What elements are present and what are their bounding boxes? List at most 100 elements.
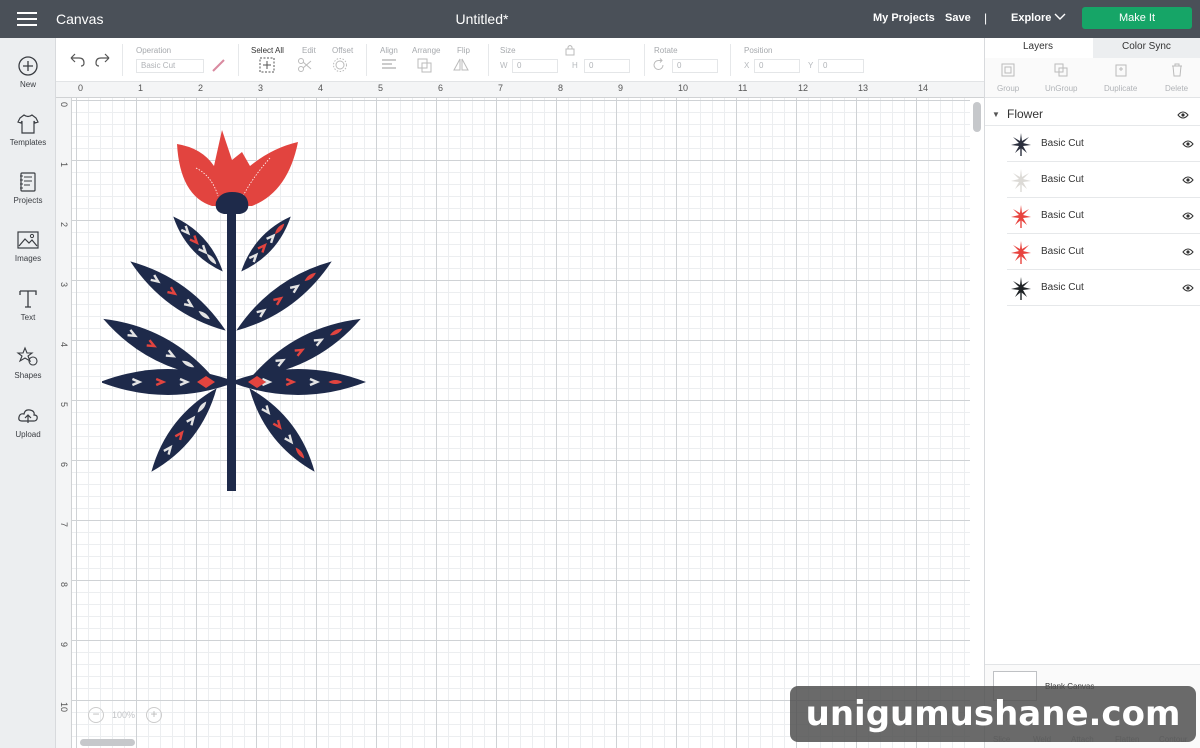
layer-row[interactable]: Basic Cut bbox=[1007, 234, 1200, 270]
zoom-out-button[interactable]: − bbox=[88, 707, 104, 723]
arrange-icon[interactable] bbox=[416, 57, 434, 73]
duplicate-label: Duplicate bbox=[1104, 84, 1138, 93]
width-input[interactable]: 0 bbox=[512, 59, 558, 73]
flower-artwork[interactable] bbox=[102, 126, 382, 496]
redo-icon[interactable] bbox=[94, 52, 112, 68]
align-icon[interactable] bbox=[380, 57, 398, 73]
leaf-shape bbox=[249, 388, 315, 472]
sidebar-item-label: Upload bbox=[15, 430, 41, 439]
group-button[interactable]: Group bbox=[997, 62, 1019, 93]
layer-group-flower[interactable]: ▼ Flower bbox=[985, 104, 1200, 126]
eye-icon[interactable] bbox=[1182, 248, 1194, 256]
edit-toolbar: Operation Basic Cut Select All Edit Offs… bbox=[56, 38, 984, 82]
vertical-scrollbar[interactable] bbox=[973, 102, 981, 132]
layer-row[interactable]: Basic Cut bbox=[1007, 270, 1200, 306]
sidebar-item-upload[interactable]: Upload bbox=[0, 404, 56, 439]
y-label: Y bbox=[808, 61, 814, 70]
ruler-mark: 8 bbox=[558, 83, 564, 93]
scissors-icon[interactable] bbox=[296, 57, 314, 73]
undo-icon[interactable] bbox=[68, 52, 86, 68]
duplicate-button[interactable]: Duplicate bbox=[1104, 62, 1137, 93]
layer-name: Basic Cut bbox=[1041, 246, 1084, 257]
caret-down-icon[interactable]: ▼ bbox=[992, 110, 1000, 119]
tshirt-icon bbox=[17, 114, 39, 134]
design-canvas[interactable] bbox=[72, 98, 970, 748]
leaf-shape bbox=[151, 388, 217, 472]
ruler-mark: 14 bbox=[918, 83, 929, 93]
tab-layers[interactable]: Layers bbox=[1023, 41, 1053, 52]
eye-icon[interactable] bbox=[1182, 176, 1194, 184]
trash-icon bbox=[1171, 63, 1182, 77]
eye-icon[interactable] bbox=[1182, 140, 1194, 148]
delete-label: Delete bbox=[1165, 84, 1189, 93]
horizontal-scrollbar[interactable] bbox=[80, 739, 135, 746]
sidebar-item-label: Templates bbox=[9, 138, 47, 147]
height-input[interactable]: 0 bbox=[584, 59, 630, 73]
layer-thumbnail bbox=[1011, 133, 1031, 156]
plus-circle-icon bbox=[18, 56, 38, 76]
align-label: Align bbox=[380, 46, 398, 55]
zoom-control: − 100% + bbox=[86, 706, 168, 726]
ruler-mark: 6 bbox=[438, 83, 444, 93]
sidebar-item-images[interactable]: Images bbox=[0, 228, 56, 263]
my-projects-link[interactable]: My Projects bbox=[873, 12, 935, 24]
ruler-mark: 0 bbox=[78, 83, 84, 93]
ungroup-button[interactable]: UnGroup bbox=[1045, 62, 1077, 93]
eye-icon[interactable] bbox=[1177, 111, 1189, 119]
leaf bbox=[102, 369, 236, 395]
y-input[interactable]: 0 bbox=[818, 59, 864, 73]
watermark: unigumushane.com bbox=[790, 686, 1196, 742]
ruler-mark: 10 bbox=[678, 83, 689, 93]
rotate-input[interactable]: 0 bbox=[672, 59, 718, 73]
ungroup-icon bbox=[1054, 63, 1068, 77]
panel-tabs: Layers Color Sync bbox=[985, 38, 1200, 58]
ruler-mark: 7 bbox=[59, 522, 69, 528]
sidebar-item-label: Projects bbox=[13, 196, 43, 205]
zoom-in-button[interactable]: + bbox=[146, 707, 162, 723]
select-all-icon[interactable] bbox=[258, 57, 276, 73]
sidebar-item-projects[interactable]: Projects bbox=[0, 170, 56, 205]
sidebar-item-new[interactable]: New bbox=[0, 54, 56, 89]
tab-color-sync[interactable]: Color Sync bbox=[1122, 41, 1171, 52]
x-input[interactable]: 0 bbox=[754, 59, 800, 73]
group-name: Flower bbox=[1007, 107, 1044, 121]
chevron-down-icon[interactable] bbox=[1054, 13, 1066, 24]
layer-row[interactable]: Basic Cut bbox=[1007, 162, 1200, 198]
ruler-mark: 9 bbox=[618, 83, 624, 93]
layer-name: Basic Cut bbox=[1041, 174, 1084, 185]
pen-icon[interactable] bbox=[210, 57, 228, 73]
layer-thumbnail bbox=[1011, 241, 1031, 264]
operation-select[interactable]: Basic Cut bbox=[136, 59, 204, 73]
layer-row[interactable]: Basic Cut bbox=[1007, 126, 1200, 162]
sidebar-item-text[interactable]: Text bbox=[0, 287, 56, 322]
zoom-level: 100% bbox=[112, 710, 136, 720]
sidebar-item-shapes[interactable]: Shapes bbox=[0, 345, 56, 380]
sidebar-item-templates[interactable]: Templates bbox=[0, 112, 56, 147]
document-title[interactable]: Untitled* bbox=[0, 11, 964, 27]
flip-icon[interactable] bbox=[452, 57, 470, 73]
eye-icon[interactable] bbox=[1182, 212, 1194, 220]
ungroup-label: UnGroup bbox=[1045, 84, 1078, 93]
explore-link[interactable]: Explore bbox=[1011, 12, 1051, 24]
arrange-label: Arrange bbox=[412, 46, 441, 55]
offset-icon[interactable] bbox=[332, 57, 350, 73]
lock-icon[interactable] bbox=[564, 44, 576, 56]
save-link[interactable]: Save bbox=[945, 12, 971, 24]
eye-icon[interactable] bbox=[1182, 284, 1194, 292]
ruler-mark: 4 bbox=[59, 342, 69, 348]
upload-icon bbox=[18, 409, 38, 423]
left-sidebar: New Templates Projects Images Text Shape… bbox=[0, 38, 56, 748]
ruler-mark: 5 bbox=[378, 83, 384, 93]
make-it-button[interactable]: Make It bbox=[1082, 7, 1192, 29]
layer-row[interactable]: Basic Cut bbox=[1007, 198, 1200, 234]
ruler-mark: 0 bbox=[59, 102, 69, 108]
group-icon bbox=[1001, 63, 1015, 77]
delete-button[interactable]: Delete bbox=[1165, 62, 1188, 93]
leaf bbox=[241, 216, 291, 272]
rotate-icon[interactable] bbox=[652, 58, 666, 72]
layers-panel: Layers Color Sync Group UnGroup Duplicat… bbox=[984, 38, 1200, 748]
ruler-mark: 2 bbox=[198, 83, 204, 93]
leaf bbox=[249, 388, 315, 472]
size-label: Size bbox=[500, 46, 516, 55]
ruler-horizontal: 0 1 2 3 4 5 6 7 8 9 10 11 12 13 14 bbox=[56, 82, 984, 98]
